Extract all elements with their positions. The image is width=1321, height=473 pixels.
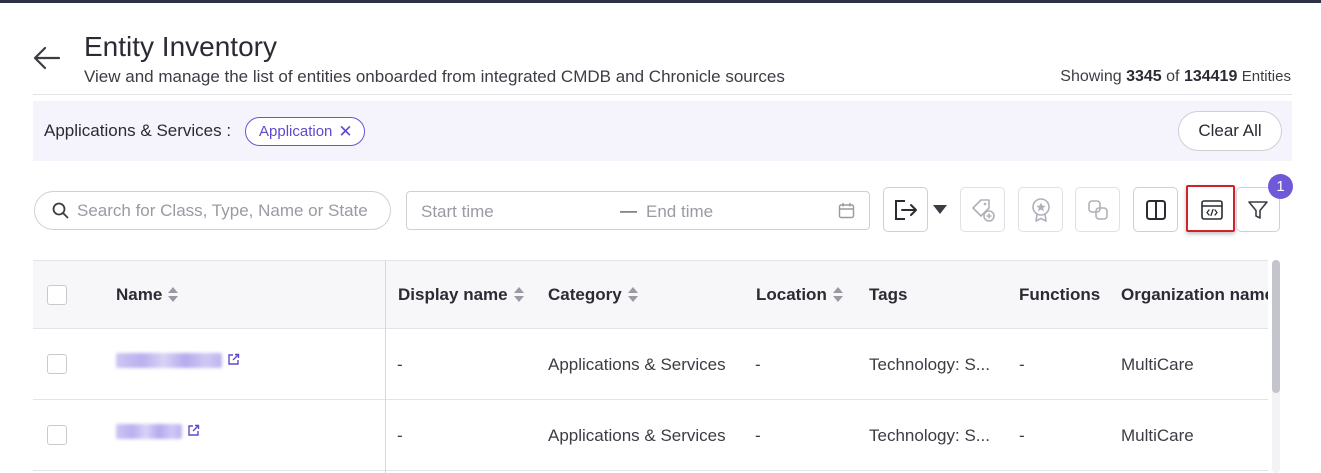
export-dropdown-caret[interactable] [933,205,947,214]
sort-icon[interactable] [513,287,524,303]
certify-button[interactable] [1018,187,1063,232]
column-header-category[interactable]: Category [548,285,638,305]
export-button[interactable] [883,187,928,232]
cell-organization: MultiCare [1121,355,1194,374]
cell-display-name: - [397,426,403,445]
entities-label: Entities [1241,68,1291,85]
page-title: Entity Inventory [84,31,277,62]
cell-tags: Technology: S... [869,426,990,445]
column-header-location[interactable]: Location [756,285,843,305]
header-divider [33,94,1292,95]
entity-name-link[interactable] [116,353,222,368]
filter-icon [1248,200,1268,219]
arrow-left-icon [33,46,61,70]
column-divider[interactable] [385,261,386,473]
search-input[interactable] [77,200,377,221]
column-header-label: Category [548,285,622,304]
back-button[interactable] [32,44,62,72]
badge-icon [1031,197,1050,222]
filter-chip-label: Application [259,123,333,140]
shown-count: 3345 [1126,68,1162,85]
cell-location: - [755,426,761,445]
sort-icon[interactable] [627,287,638,303]
cell-location: - [755,355,761,374]
top-border [0,0,1321,3]
cell-organization: MultiCare [1121,426,1194,445]
table-header: Name Display name Category Location Tags… [33,261,1268,329]
cell-display-name: - [397,355,403,374]
filter-group-label: Applications & Services : [44,121,232,140]
showing-label: Showing [1060,68,1122,85]
entity-name-link[interactable] [116,424,182,439]
link-icon [1087,199,1108,220]
filter-count-badge: 1 [1268,174,1293,199]
export-icon [894,199,917,220]
of-label: of [1166,68,1180,85]
column-header-label: Display name [398,285,508,304]
start-time-input[interactable]: Start time [421,202,494,222]
link-button[interactable] [1075,187,1120,232]
entity-count-summary: Showing 3345 of 134419 Entities [1060,68,1291,86]
column-header-name[interactable]: Name [116,285,179,305]
cell-category: Applications & Services [548,426,726,445]
add-tag-button[interactable] [960,187,1005,232]
active-filters-bar: Applications & Services : Application ✕ … [33,101,1292,161]
date-range-picker[interactable]: Start time — End time [406,191,870,230]
table-row[interactable]: - Applications & Services - Technology: … [33,329,1268,400]
end-time-input[interactable]: End time [646,202,713,222]
row-checkbox[interactable] [47,425,67,445]
search-box[interactable] [34,191,391,230]
select-all-checkbox[interactable] [47,285,67,305]
column-header-organization-name: Organization name [1121,285,1268,305]
column-header-label: Functions [1019,285,1101,304]
code-view-button[interactable] [1189,187,1234,232]
cell-functions: - [1019,426,1025,445]
cell-functions: - [1019,355,1025,374]
entity-table: Name Display name Category Location Tags… [33,260,1268,473]
external-link-icon[interactable] [227,353,240,366]
calendar-icon[interactable] [838,202,855,219]
page-subtitle: View and manage the list of entities onb… [84,67,785,86]
range-separator: — [620,201,637,220]
columns-icon [1145,199,1166,220]
sort-icon[interactable] [168,287,179,303]
column-header-label: Tags [869,285,908,304]
clear-all-button[interactable]: Clear All [1178,111,1282,151]
total-count: 134419 [1183,68,1238,85]
external-link-icon[interactable] [187,424,200,437]
sort-icon[interactable] [832,287,843,303]
table-scrollbar-thumb[interactable] [1272,260,1280,393]
column-header-label: Name [116,285,163,304]
column-header-label: Location [756,285,827,304]
code-view-icon [1200,199,1223,220]
search-icon [52,202,69,219]
cell-category: Applications & Services [548,355,726,374]
cell-tags: Technology: S... [869,355,990,374]
column-header-functions: Functions [1019,285,1100,305]
column-layout-button[interactable] [1133,187,1178,232]
column-header-label: Organization name [1121,285,1268,304]
table-row[interactable]: - Applications & Services - Technology: … [33,400,1268,471]
row-checkbox[interactable] [47,354,67,374]
tag-add-icon [971,198,995,222]
column-header-tags: Tags [869,285,907,305]
close-icon[interactable]: ✕ [338,123,352,140]
column-header-display-name[interactable]: Display name [398,285,524,305]
filter-chip-application[interactable]: Application ✕ [245,117,365,146]
